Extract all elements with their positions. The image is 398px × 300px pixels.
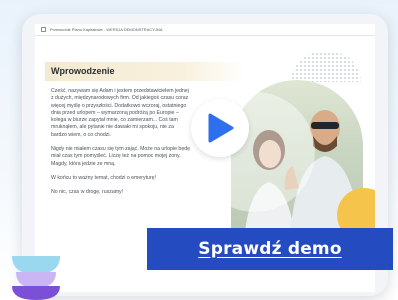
demo-button[interactable]: Sprawdź demo [147,228,393,270]
lesson-text: Cześć, nazywam się Adam i jestem przedst… [51,88,191,204]
app-title: Przewodnik Planu Kapitałowe - WERSJA DEM… [50,27,163,32]
lesson-paragraph: Nigdy nie miałem czasu się tym zająć. Mo… [51,146,190,167]
play-button[interactable] [191,99,249,157]
demo-button-label: Sprawdź demo [198,239,342,259]
lesson-paragraph: No nic, czas w drogę, ruszamy! [51,189,124,196]
app-header: Przewodnik Planu Kapitałowe - WERSJA DEM… [35,24,375,36]
lesson-paragraph: Cześć, nazywam się Adam i jestem przedst… [51,88,189,138]
app-logo-icon [41,27,46,32]
play-icon [208,113,234,143]
lesson-paragraph: W końcu to ważny temat, chodzi o emerytu… [51,174,156,181]
stacked-shapes-decoration [12,256,60,300]
lesson-heading: Wprowodzenie [51,66,115,76]
dots-decoration [291,52,361,82]
